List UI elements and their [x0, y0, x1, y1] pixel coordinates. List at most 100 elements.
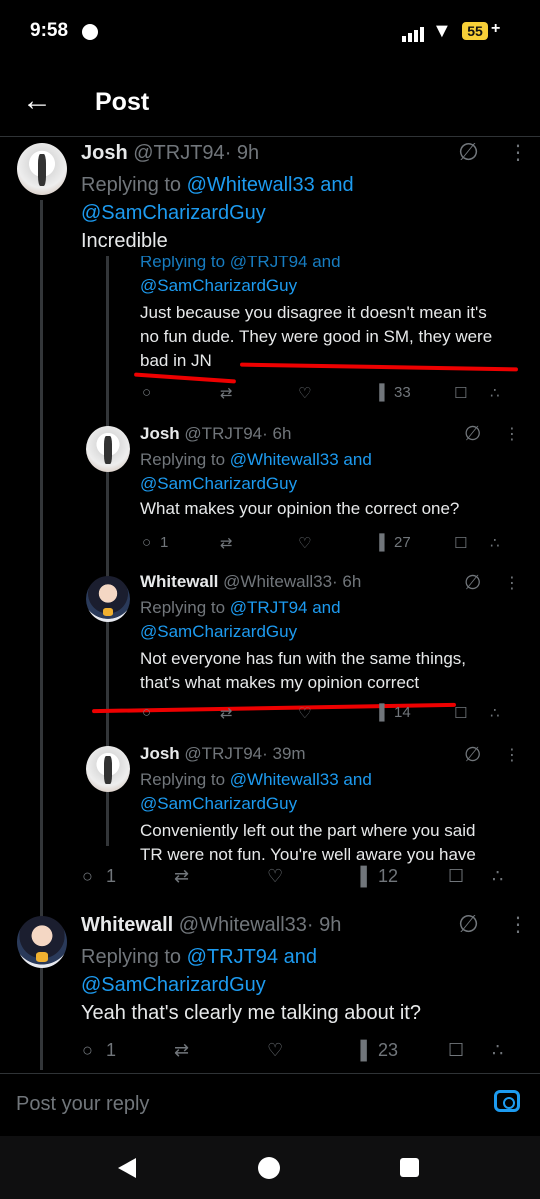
mention-link[interactable]: @TRJT94 and — [187, 946, 317, 968]
replying-to: Replying to @TRJT94 and @SamCharizardGuy — [81, 943, 317, 999]
views-icon[interactable]: ▐ — [374, 704, 385, 721]
replying-label: Replying to — [81, 946, 187, 968]
mention-link[interactable]: @SamCharizardGuy — [140, 794, 297, 813]
post-time: · 39m — [262, 744, 306, 763]
post-header: Josh @TRJT94· 39m — [140, 744, 306, 764]
reply-icon[interactable]: ○ — [82, 1040, 93, 1061]
author-name[interactable]: Josh — [140, 424, 180, 443]
text-line: that's what makes my opinion correct — [140, 673, 420, 692]
reply-icon[interactable]: ○ — [142, 384, 151, 401]
more-icon[interactable]: ⋮ — [508, 140, 528, 165]
post-text: Yeah that's clearly me talking about it? — [81, 1002, 421, 1024]
author-handle[interactable]: @TRJT94 — [133, 142, 224, 164]
mention-link[interactable]: @Whitewall33 and — [230, 450, 372, 469]
views-icon[interactable]: ▐ — [354, 866, 367, 887]
like-icon[interactable]: ♡ — [298, 534, 311, 552]
share-icon[interactable]: ∴ — [492, 866, 503, 887]
share-icon[interactable]: ∴ — [490, 534, 500, 552]
repost-icon[interactable]: ⇄ — [174, 1040, 189, 1061]
avatar[interactable] — [86, 576, 130, 622]
replying-to: Replying to @TRJT94 and — [140, 256, 341, 271]
avatar[interactable] — [17, 916, 67, 968]
grok-icon[interactable]: ∅ — [464, 421, 481, 446]
grok-icon[interactable]: ∅ — [458, 138, 479, 167]
reply-icon[interactable]: ○ — [82, 866, 93, 887]
mention-link[interactable]: @SamCharizardGuy — [140, 276, 297, 296]
post-header: Josh @TRJT94· 9h — [81, 142, 259, 165]
recents-square-icon[interactable] — [400, 1158, 419, 1177]
signal-icon — [402, 24, 426, 42]
avatar[interactable] — [86, 426, 130, 472]
bookmark-icon[interactable]: ☐ — [448, 1040, 464, 1061]
mention-link[interactable]: @SamCharizardGuy — [140, 622, 297, 641]
text-line: Not everyone has fun with the same thing… — [140, 649, 467, 668]
text-line: no fun dude. They were good in SM, they … — [140, 327, 493, 346]
post-text: What makes your opinion the correct one? — [140, 499, 460, 518]
reply-input[interactable]: Post your reply — [16, 1093, 456, 1116]
author-name[interactable]: Whitewall — [81, 914, 173, 936]
camera-icon[interactable] — [494, 1090, 520, 1112]
status-time: 9:58 — [30, 20, 69, 41]
author-name[interactable]: Josh — [140, 744, 180, 763]
bookmark-icon[interactable]: ☐ — [454, 704, 467, 722]
more-icon[interactable]: ⋮ — [508, 912, 528, 937]
author-handle[interactable]: @Whitewall33 — [179, 914, 307, 936]
author-handle[interactable]: @TRJT94 — [184, 744, 262, 763]
messenger-icon — [82, 24, 98, 40]
reply-count: 1 — [160, 534, 169, 551]
bookmark-icon[interactable]: ☐ — [454, 534, 467, 552]
views-icon[interactable]: ▐ — [374, 534, 385, 551]
grok-icon[interactable]: ∅ — [464, 570, 481, 595]
author-name[interactable]: Whitewall — [140, 572, 218, 591]
back-arrow-icon[interactable]: ← — [22, 84, 52, 118]
reply-count: 1 — [106, 1040, 117, 1060]
like-icon[interactable]: ♡ — [298, 704, 311, 722]
post-time: · 9h — [306, 914, 342, 936]
more-icon[interactable]: ⋮ — [504, 573, 520, 593]
mention-link[interactable]: @Whitewall33 and — [230, 770, 372, 789]
replying-label: Replying to — [140, 770, 230, 789]
wifi-icon: ▼ — [432, 20, 452, 42]
repost-icon[interactable]: ⇄ — [220, 384, 233, 402]
more-icon[interactable]: ⋮ — [504, 424, 520, 444]
replying-to: Replying to @Whitewall33 and @SamChariza… — [81, 171, 354, 227]
mention-link[interactable]: @TRJT94 and — [230, 598, 341, 617]
like-icon[interactable]: ♡ — [267, 866, 283, 887]
post-text: Just because you disagree it doesn't mea… — [140, 301, 492, 373]
views-count: 12 — [378, 866, 399, 886]
bookmark-icon[interactable]: ☐ — [454, 384, 467, 402]
post-text: Conveniently left out the part where you… — [140, 819, 476, 867]
mention-link[interactable]: @SamCharizardGuy — [81, 202, 266, 224]
share-icon[interactable]: ∴ — [492, 1040, 503, 1061]
bookmark-icon[interactable]: ☐ — [448, 866, 464, 887]
back-triangle-icon[interactable] — [118, 1158, 136, 1178]
charging-icon: + — [491, 20, 501, 37]
grok-icon[interactable]: ∅ — [458, 910, 479, 939]
author-handle[interactable]: @Whitewall33 — [223, 572, 332, 591]
views-icon[interactable]: ▐ — [354, 1040, 367, 1061]
mention-link[interactable]: @SamCharizardGuy — [81, 974, 266, 996]
repost-icon[interactable]: ⇄ — [220, 534, 233, 552]
reply-icon[interactable]: ○ — [142, 534, 151, 551]
mention-link[interactable]: @SamCharizardGuy — [140, 474, 297, 493]
status-bar: 9:58 ▼ 55 + — [0, 0, 540, 66]
avatar[interactable] — [86, 746, 130, 792]
author-handle[interactable]: @TRJT94 — [184, 424, 262, 443]
home-circle-icon[interactable] — [258, 1157, 280, 1179]
like-icon[interactable]: ♡ — [267, 1040, 283, 1061]
battery-icon: 55 — [462, 22, 488, 40]
share-icon[interactable]: ∴ — [490, 704, 500, 722]
share-icon[interactable]: ∴ — [490, 384, 500, 402]
avatar[interactable] — [17, 143, 67, 195]
post-header: Josh @TRJT94· 6h — [140, 424, 291, 444]
like-icon[interactable]: ♡ — [298, 384, 311, 402]
repost-icon[interactable]: ⇄ — [174, 866, 189, 887]
views-count: 23 — [378, 1040, 399, 1060]
author-name[interactable]: Josh — [81, 142, 128, 164]
repost-icon[interactable]: ⇄ — [220, 704, 233, 722]
reply-icon[interactable]: ○ — [142, 704, 151, 721]
grok-icon[interactable]: ∅ — [464, 742, 481, 767]
more-icon[interactable]: ⋮ — [504, 745, 520, 765]
views-icon[interactable]: ▐ — [374, 384, 385, 401]
mention-link[interactable]: @Whitewall33 and — [187, 174, 354, 196]
